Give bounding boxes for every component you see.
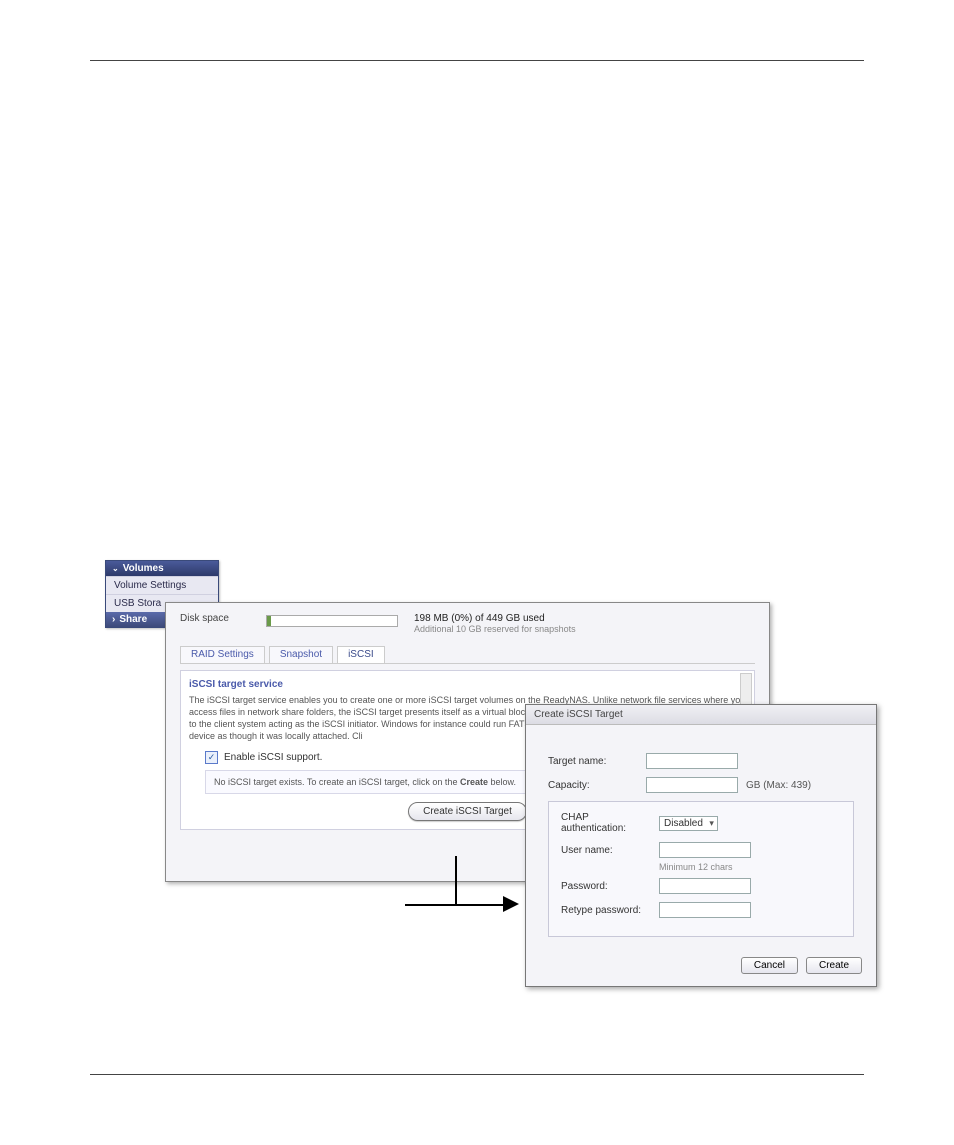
- no-target-bold: Create: [460, 777, 488, 787]
- dialog-title: Create iSCSI Target: [526, 705, 876, 725]
- tab-iscsi[interactable]: iSCSI: [337, 646, 385, 663]
- disk-space-label: Disk space: [180, 613, 250, 624]
- bottom-horizontal-rule: [90, 1074, 864, 1075]
- capacity-unit: GB (Max: 439): [746, 780, 811, 791]
- user-name-label: User name:: [561, 845, 651, 856]
- password-input[interactable]: [659, 878, 751, 894]
- sidebar-header-volumes[interactable]: ⌄ Volumes: [106, 561, 218, 576]
- disk-usage-sub: Additional 10 GB reserved for snapshots: [414, 624, 576, 634]
- retype-password-input[interactable]: [659, 902, 751, 918]
- password-label: Password:: [561, 881, 651, 892]
- create-iscsi-target-button[interactable]: Create iSCSI Target: [408, 802, 527, 821]
- chap-auth-select[interactable]: Disabled: [659, 816, 718, 831]
- create-iscsi-dialog: Create iSCSI Target Target name: Capacit…: [525, 704, 877, 987]
- chap-auth-label: CHAP authentication:: [561, 812, 651, 834]
- sidebar-item-volume-settings[interactable]: Volume Settings: [106, 576, 218, 594]
- no-target-pre: No iSCSI target exists. To create an iSC…: [214, 777, 460, 787]
- top-horizontal-rule: [90, 60, 864, 61]
- target-name-input[interactable]: [646, 753, 738, 769]
- sidebar-header-label: Volumes: [123, 563, 164, 574]
- arrow-horizontal: [405, 904, 513, 906]
- enable-iscsi-checkbox[interactable]: ✓: [205, 751, 218, 764]
- cancel-button[interactable]: Cancel: [741, 957, 798, 974]
- tab-snapshot[interactable]: Snapshot: [269, 646, 333, 663]
- disk-space-row: Disk space 198 MB (0%) of 449 GB used Ad…: [180, 613, 755, 634]
- arrow-head-icon: [503, 896, 519, 912]
- enable-iscsi-label: Enable iSCSI support.: [224, 752, 322, 763]
- user-name-input[interactable]: [659, 842, 751, 858]
- disk-usage-bar: [266, 615, 398, 627]
- screenshot-composite: ⌄ Volumes Volume Settings USB Stora › Sh…: [105, 560, 885, 990]
- retype-password-label: Retype password:: [561, 905, 651, 916]
- no-target-post: below.: [488, 777, 516, 787]
- disk-usage-text: 198 MB (0%) of 449 GB used: [414, 613, 576, 624]
- sidebar-selected-label: Share: [119, 614, 147, 625]
- capacity-label: Capacity:: [548, 780, 638, 791]
- target-name-label: Target name:: [548, 756, 638, 767]
- disk-usage-fill: [267, 616, 271, 626]
- tab-bar: RAID Settings Snapshot iSCSI: [180, 646, 755, 664]
- tab-raid-settings[interactable]: RAID Settings: [180, 646, 265, 663]
- arrow-vertical: [455, 856, 457, 904]
- chevron-right-icon: ›: [112, 614, 115, 625]
- capacity-input[interactable]: [646, 777, 738, 793]
- chevron-down-icon: ⌄: [112, 564, 119, 573]
- section-title: iSCSI target service: [189, 679, 746, 690]
- min-chars-hint: Minimum 12 chars: [659, 862, 841, 872]
- create-button[interactable]: Create: [806, 957, 862, 974]
- chap-fieldset: CHAP authentication: Disabled User name:…: [548, 801, 854, 937]
